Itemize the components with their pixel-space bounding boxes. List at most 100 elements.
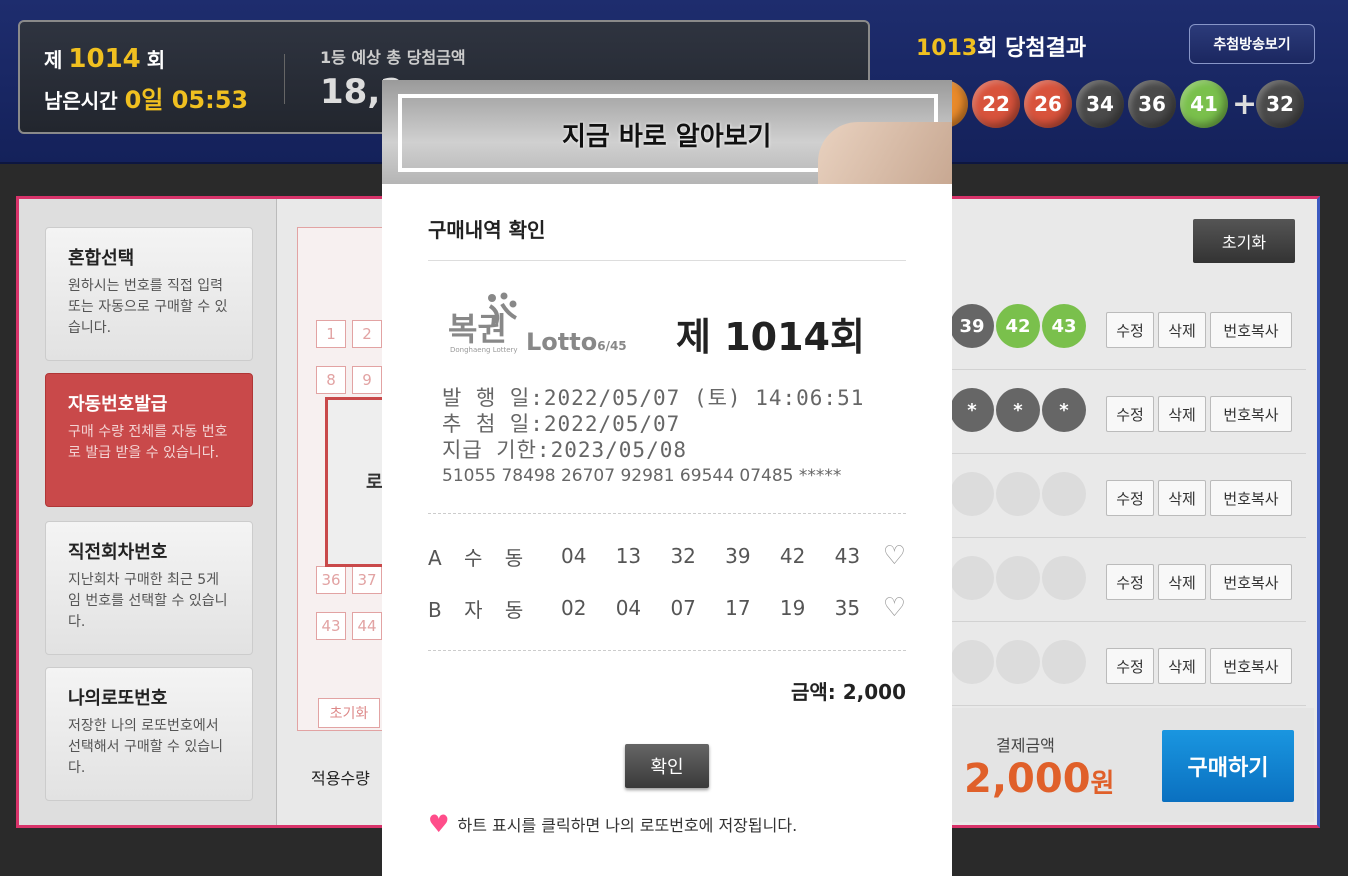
game-number: 07 — [670, 596, 696, 620]
row-balls: * * * — [950, 388, 1086, 432]
row-ball: 43 — [1042, 304, 1086, 348]
result-round: 1013 — [916, 36, 978, 61]
nav-mixed-select[interactable]: 혼합선택 원하시는 번호를 직접 입력 또는 자동으로 구매할 수 있습니다. — [45, 227, 253, 361]
edit-button[interactable]: 수정 — [1106, 312, 1154, 348]
pad-number[interactable]: 1 — [316, 320, 346, 348]
buy-button[interactable]: 구매하기 — [1162, 730, 1294, 802]
logo-text: 복권 — [448, 310, 507, 348]
heart-outline-icon[interactable]: ♡ — [883, 541, 906, 571]
game-row-b: B 자 동 02 04 07 17 19 35 ♡ — [428, 588, 906, 628]
quantity-label: 적용수량 — [311, 769, 370, 788]
pad-number[interactable]: 9 — [352, 366, 382, 394]
row-ball: * — [950, 388, 994, 432]
pad-number[interactable]: 44 — [352, 612, 382, 640]
banner-text: 지금 바로 알아보기 — [562, 122, 772, 152]
copy-number-button[interactable]: 번호복사 — [1210, 648, 1292, 684]
nav-title: 자동번호발급 — [68, 394, 168, 415]
copy-number-button[interactable]: 번호복사 — [1210, 396, 1292, 432]
nav-desc: 지난회차 구매한 최근 5게임 번호를 선택할 수 있습니다. — [68, 572, 228, 630]
delete-button[interactable]: 삭제 — [1158, 312, 1206, 348]
row-ball: 42 — [996, 304, 1040, 348]
purchase-confirm-modal: 지금 바로 알아보기 구매내역 확인 복권 Donghaeng Lottery … — [382, 80, 952, 876]
heart-outline-icon[interactable]: ♡ — [883, 593, 906, 623]
pad-number[interactable]: 8 — [316, 366, 346, 394]
nav-desc: 구매 수량 전체를 자동 번호로 발급 받을 수 있습니다. — [68, 424, 228, 461]
nav-auto-issue[interactable]: 자동번호발급 구매 수량 전체를 자동 번호로 발급 받을 수 있습니다. — [45, 373, 253, 507]
row-balls — [950, 640, 1086, 684]
game-number: 39 — [725, 544, 751, 568]
result-ball: 34 — [1076, 80, 1124, 128]
delete-button[interactable]: 삭제 — [1158, 648, 1206, 684]
selection-row: 39 42 43 수정 삭제 번호복사 — [950, 286, 1306, 370]
reset-button[interactable]: 초기화 — [1193, 219, 1295, 263]
pad-number[interactable]: 43 — [316, 612, 346, 640]
remaining-time: 남은시간 0일 05:53 — [44, 80, 248, 115]
remaining-label: 남은시간 — [44, 89, 118, 113]
edit-button[interactable]: 수정 — [1106, 480, 1154, 516]
modal-title: 구매내역 확인 — [428, 218, 546, 242]
draw-title: 제 1014회 — [676, 315, 865, 359]
game-number: 02 — [560, 596, 587, 620]
delete-button[interactable]: 삭제 — [1158, 564, 1206, 600]
edit-button[interactable]: 수정 — [1106, 648, 1154, 684]
result-title: 1013회 당첨결과 — [916, 30, 1086, 62]
broadcast-button[interactable]: 추첨방송보기 — [1189, 24, 1315, 64]
payment-deadline: 지급 기한:2023/05/08 — [442, 438, 687, 462]
game-number: 04 — [560, 544, 587, 568]
game-number: 35 — [834, 596, 861, 620]
amount: 금액: 2,000 — [790, 680, 906, 704]
heart-note: ♥ 하트 표시를 클릭하면 나의 로또번호에 저장됩니다. — [428, 810, 797, 838]
delete-button[interactable]: 삭제 — [1158, 396, 1206, 432]
pad-number[interactable]: 2 — [352, 320, 382, 348]
game-row-a: A 수 동 04 13 32 39 42 43 ♡ — [428, 536, 906, 576]
round-prefix: 제 — [44, 48, 63, 72]
left-nav: 혼합선택 원하시는 번호를 직접 입력 또는 자동으로 구매할 수 있습니다. … — [19, 199, 277, 825]
row-ball — [1042, 640, 1086, 684]
nav-my-lotto[interactable]: 나의로또번호 저장한 나의 로또번호에서 선택해서 구매할 수 있습니다. — [45, 667, 253, 801]
prize-label: 1등 예상 총 당첨금액 — [320, 48, 466, 67]
current-round: 제 1014 회 — [44, 44, 165, 74]
nav-previous-round[interactable]: 직전회차번호 지난회차 구매한 최근 5게임 번호를 선택할 수 있습니다. — [45, 521, 253, 655]
edit-button[interactable]: 수정 — [1106, 396, 1154, 432]
divider — [428, 513, 906, 514]
game-label: A 수 동 — [428, 545, 532, 570]
pad-reset-button[interactable]: 초기화 — [318, 698, 380, 728]
remaining-value: 0일 05:53 — [124, 86, 249, 114]
row-ball — [996, 556, 1040, 600]
pay-label: 결제금액 — [996, 736, 1055, 755]
lotto-text: Lotto — [526, 328, 598, 356]
pad-number[interactable]: 36 — [316, 566, 346, 594]
result-balls: 22 26 34 36 41 +32 — [920, 80, 1304, 128]
confirm-button[interactable]: 확인 — [625, 744, 709, 788]
copy-number-button[interactable]: 번호복사 — [1210, 480, 1292, 516]
modal-banner[interactable]: 지금 바로 알아보기 — [382, 80, 952, 184]
game-number: 43 — [834, 544, 861, 568]
result-ball: 41 — [1180, 80, 1228, 128]
bonus-ball: 32 — [1256, 80, 1304, 128]
selection-row: 수정 삭제 번호복사 — [950, 454, 1306, 538]
pay-unit: 원 — [1090, 769, 1115, 799]
pad-popup-text: 로 — [366, 472, 383, 493]
pad-number[interactable]: 37 — [352, 566, 382, 594]
game-number: 19 — [779, 596, 806, 620]
copy-number-button[interactable]: 번호복사 — [1210, 312, 1292, 348]
lotto-logo: Lotto6/45 — [526, 328, 627, 356]
game-label: B 자 동 — [428, 597, 532, 622]
round-number: 1014 — [68, 44, 141, 74]
nav-title: 직전회차번호 — [68, 542, 168, 563]
nav-desc: 저장한 나의 로또번호에서 선택해서 구매할 수 있습니다. — [68, 718, 224, 776]
selection-row: 수정 삭제 번호복사 — [950, 622, 1306, 706]
plus-icon: + — [1232, 86, 1258, 122]
delete-button[interactable]: 삭제 — [1158, 480, 1206, 516]
row-ball — [950, 472, 994, 516]
copy-number-button[interactable]: 번호복사 — [1210, 564, 1292, 600]
edit-button[interactable]: 수정 — [1106, 564, 1154, 600]
nav-title: 나의로또번호 — [68, 688, 168, 709]
result-title-text: 회 당첨결과 — [977, 36, 1087, 61]
row-ball — [996, 472, 1040, 516]
result-ball: 26 — [1024, 80, 1072, 128]
result-ball: 22 — [972, 80, 1020, 128]
row-balls — [950, 472, 1086, 516]
divider — [428, 650, 906, 651]
row-balls: 39 42 43 — [950, 304, 1086, 348]
